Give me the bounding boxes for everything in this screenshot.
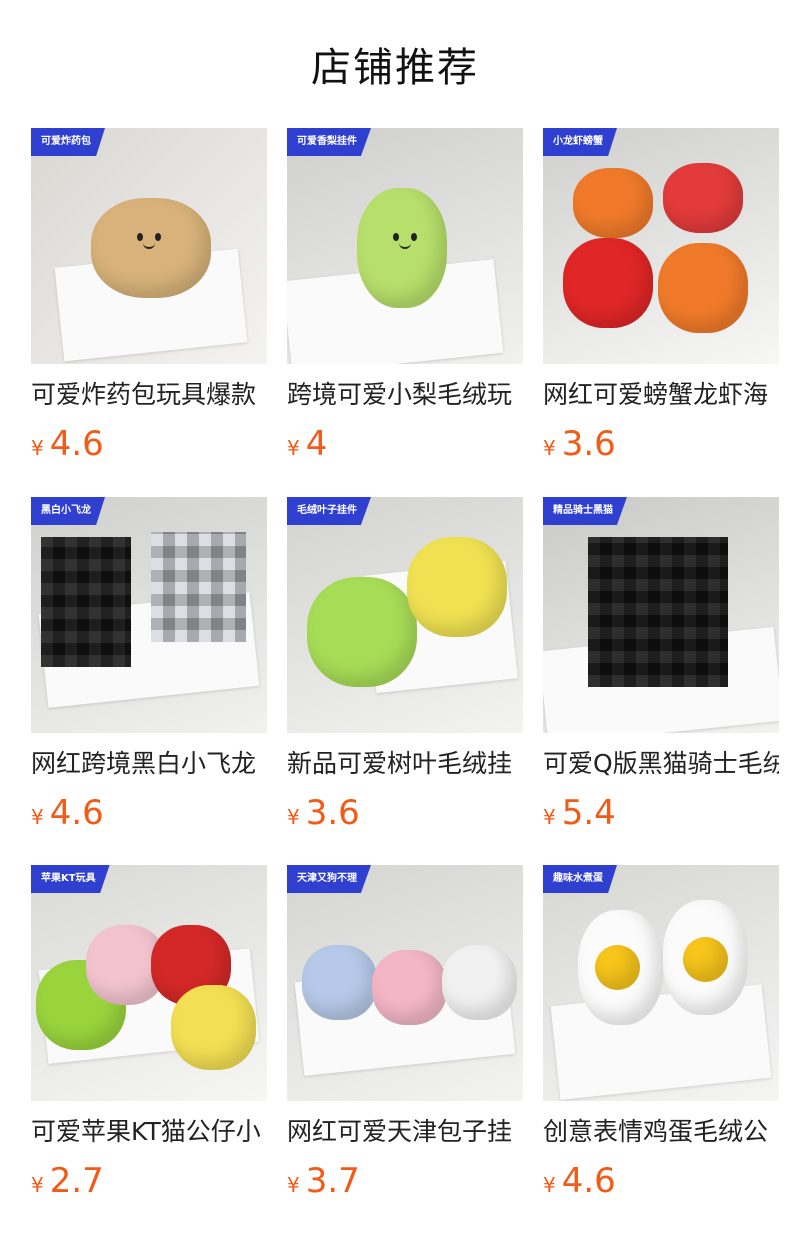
- product-card[interactable]: 趣味水煮蛋 创意表情鸡蛋毛绒公 ¥ 4.6: [543, 865, 779, 1201]
- product-image[interactable]: 毛绒叶子挂件: [287, 497, 523, 733]
- product-name[interactable]: 跨境可爱小梨毛绒玩: [287, 378, 523, 412]
- product-price: ¥ 3.6: [287, 793, 523, 833]
- product-tag: 毛绒叶子挂件: [287, 497, 371, 525]
- price-value: 4.6: [49, 793, 104, 833]
- product-tag: 精品骑士黑猫: [543, 497, 627, 525]
- product-name[interactable]: 创意表情鸡蛋毛绒公: [543, 1115, 779, 1149]
- product-tag: 可爱炸药包: [31, 128, 105, 156]
- product-name[interactable]: 新品可爱树叶毛绒挂: [287, 747, 523, 781]
- page-title: 店铺推荐: [311, 45, 479, 91]
- product-image[interactable]: 黑白小飞龙: [31, 497, 267, 733]
- product-name[interactable]: 网红可爱天津包子挂: [287, 1115, 523, 1149]
- product-price: ¥ 3.6: [543, 424, 779, 464]
- product-image[interactable]: 可爱炸药包: [31, 128, 267, 364]
- price-value: 5.4: [561, 793, 616, 833]
- currency-symbol: ¥: [287, 1173, 300, 1197]
- price-value: 3.7: [305, 1161, 360, 1201]
- currency-symbol: ¥: [31, 805, 44, 829]
- product-tag: 苹果KT玩具: [31, 865, 110, 893]
- product-card[interactable]: 可爱香梨挂件 跨境可爱小梨毛绒玩 ¥ 4: [287, 128, 523, 464]
- product-image[interactable]: 苹果KT玩具: [31, 865, 267, 1101]
- product-name[interactable]: 可爱Q版黑猫骑士毛绒: [543, 747, 779, 781]
- product-name[interactable]: 可爱苹果KT猫公仔小: [31, 1115, 267, 1149]
- product-tag: 黑白小飞龙: [31, 497, 105, 525]
- product-name[interactable]: 可爱炸药包玩具爆款: [31, 378, 267, 412]
- currency-symbol: ¥: [31, 436, 44, 460]
- product-card[interactable]: 小龙虾螃蟹 网红可爱螃蟹龙虾海 ¥ 3.6: [543, 128, 779, 464]
- product-price: ¥ 4: [287, 424, 523, 464]
- currency-symbol: ¥: [543, 1173, 556, 1197]
- product-tag: 小龙虾螃蟹: [543, 128, 617, 156]
- product-card[interactable]: 可爱炸药包 可爱炸药包玩具爆款 ¥ 4.6: [31, 128, 267, 464]
- product-tag: 天津又狗不理: [287, 865, 371, 893]
- product-card[interactable]: 苹果KT玩具 可爱苹果KT猫公仔小 ¥ 2.7: [31, 865, 267, 1201]
- currency-symbol: ¥: [543, 805, 556, 829]
- product-card[interactable]: 毛绒叶子挂件 新品可爱树叶毛绒挂 ¥ 3.6: [287, 497, 523, 833]
- product-price: ¥ 4.6: [543, 1161, 779, 1201]
- product-price: ¥ 4.6: [31, 793, 267, 833]
- product-card[interactable]: 天津又狗不理 网红可爱天津包子挂 ¥ 3.7: [287, 865, 523, 1201]
- product-image[interactable]: 小龙虾螃蟹: [543, 128, 779, 364]
- product-price: ¥ 3.7: [287, 1161, 523, 1201]
- product-card[interactable]: 精品骑士黑猫 可爱Q版黑猫骑士毛绒 ¥ 5.4: [543, 497, 779, 833]
- price-value: 3.6: [305, 793, 360, 833]
- product-card[interactable]: 黑白小飞龙 网红跨境黑白小飞龙 ¥ 4.6: [31, 497, 267, 833]
- price-value: 4.6: [561, 1161, 616, 1201]
- currency-symbol: ¥: [287, 436, 300, 460]
- product-name[interactable]: 网红可爱螃蟹龙虾海: [543, 378, 779, 412]
- product-tag: 可爱香梨挂件: [287, 128, 371, 156]
- currency-symbol: ¥: [543, 436, 556, 460]
- product-price: ¥ 5.4: [543, 793, 779, 833]
- product-name[interactable]: 网红跨境黑白小飞龙: [31, 747, 267, 781]
- product-price: ¥ 4.6: [31, 424, 267, 464]
- product-image[interactable]: 可爱香梨挂件: [287, 128, 523, 364]
- product-tag: 趣味水煮蛋: [543, 865, 617, 893]
- currency-symbol: ¥: [31, 1173, 44, 1197]
- product-image[interactable]: 趣味水煮蛋: [543, 865, 779, 1101]
- price-value: 4.6: [49, 424, 104, 464]
- price-value: 3.6: [561, 424, 616, 464]
- price-value: 2.7: [49, 1161, 104, 1201]
- product-image[interactable]: 天津又狗不理: [287, 865, 523, 1101]
- currency-symbol: ¥: [287, 805, 300, 829]
- product-image[interactable]: 精品骑士黑猫: [543, 497, 779, 733]
- product-price: ¥ 2.7: [31, 1161, 267, 1201]
- price-value: 4: [305, 424, 328, 464]
- section-header: 店铺推荐: [0, 0, 790, 128]
